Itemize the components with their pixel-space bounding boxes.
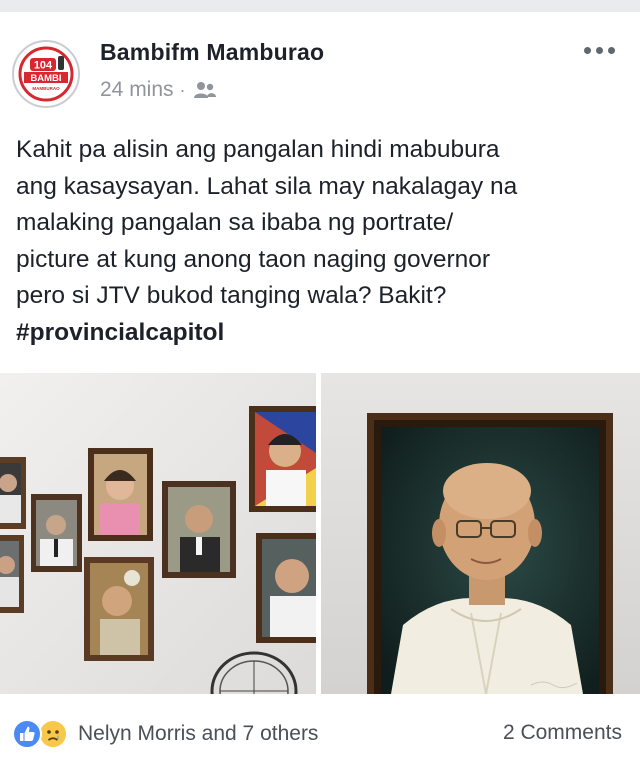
sad-reaction-icon [38, 719, 68, 749]
post-text-line: ang kasaysayan. Lahat sila may nakalagay… [16, 172, 518, 200]
comments-count-link[interactable]: 2 Comments [503, 721, 622, 745]
photo-portrait-wall[interactable] [0, 373, 316, 694]
reactions-count-text[interactable]: Nelyn Morris and 7 others [78, 722, 318, 746]
friends-icon[interactable] [192, 80, 218, 100]
more-options-icon[interactable] [580, 40, 618, 60]
reactions-summary[interactable]: Nelyn Morris and 7 others [12, 719, 318, 749]
logo-location: MAMBURAO [32, 86, 60, 91]
post-text-line: malaking pangalan sa ibaba ng portrate/ [16, 209, 454, 236]
page-avatar[interactable]: 104 BAMBI MAMBURAO [12, 40, 80, 108]
post-header: 104 BAMBI MAMBURAO Bambifm Mamburao 24 m… [0, 12, 640, 120]
feed-background-strip [0, 0, 640, 12]
post-text-line: pero si JTV bukod tanging wala? Bakit? [16, 282, 447, 309]
post-body-text: Kahit pa alisin ang pangalan hindi mabub… [16, 132, 620, 351]
post-meta: 24 mins · [100, 78, 218, 102]
photo-single-portrait[interactable] [321, 373, 640, 694]
post-text-line: picture at kung anong taon naging govern… [16, 245, 491, 273]
post-text-line: Kahit pa alisin ang pangalan hindi mabub… [16, 136, 500, 163]
page-name-link[interactable]: Bambifm Mamburao [100, 39, 324, 66]
meta-separator: · [179, 79, 186, 100]
logo-wordmark: BAMBI [30, 73, 61, 84]
post-footer: Nelyn Morris and 7 others 2 Comments [0, 694, 640, 784]
post-card: 104 BAMBI MAMBURAO Bambifm Mamburao 24 m… [0, 12, 640, 784]
post-timestamp[interactable]: 24 mins [100, 78, 174, 102]
bambi-logo: 104 BAMBI MAMBURAO [16, 44, 76, 104]
like-reaction-icon [12, 719, 42, 749]
hashtag-link[interactable]: #provincialcapitol [16, 315, 620, 352]
photo-grid [0, 373, 640, 694]
logo-number: 104 [34, 60, 53, 72]
